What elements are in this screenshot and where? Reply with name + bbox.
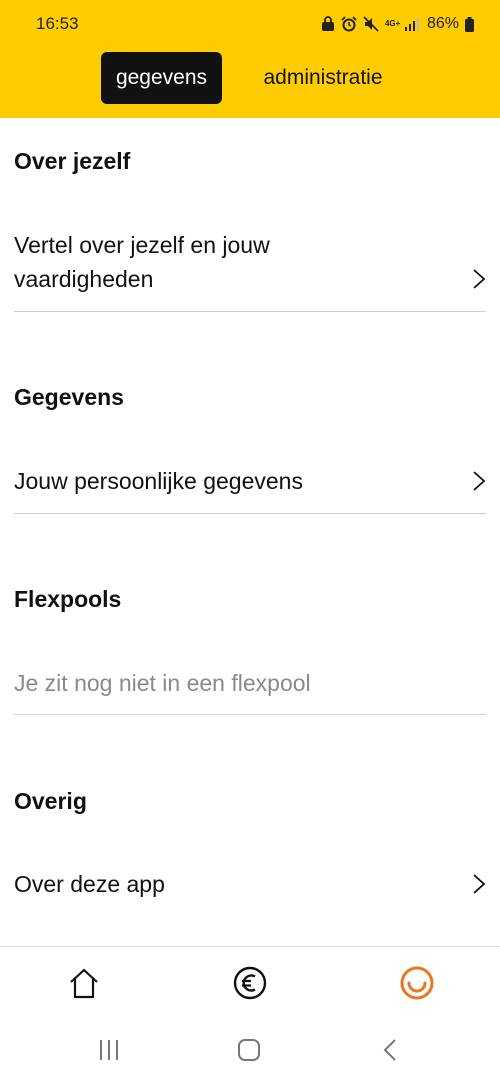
status-time: 16:53 [36, 14, 79, 33]
recent-apps-button[interactable] [93, 1036, 125, 1064]
tab-administratie[interactable]: administratie [244, 52, 402, 104]
lock-icon [321, 16, 334, 31]
section-title-flexpools: Flexpools [14, 586, 122, 612]
mute-icon [363, 16, 379, 32]
euro-icon [233, 966, 267, 1000]
profile-smile-icon [400, 966, 434, 1000]
chevron-right-icon [473, 471, 486, 491]
personal-details-label: Jouw persoonlijke gegevens [14, 468, 303, 494]
home-icon [70, 968, 98, 999]
home-circle-icon [238, 1039, 260, 1061]
bottom-navigation [0, 946, 500, 1018]
flexpool-empty-row: Je zit nog niet in een flexpool [14, 666, 486, 715]
personal-details-row[interactable]: Jouw persoonlijke gegevens [14, 464, 486, 514]
nav-home[interactable] [64, 963, 104, 1003]
recent-apps-icon [100, 1040, 118, 1060]
back-system-button[interactable] [374, 1036, 406, 1064]
about-yourself-line1: Vertel over jezelf en jouw [14, 232, 270, 258]
status-bar: 16:53 4G+ 86% [0, 0, 500, 48]
section-title-details: Gegevens [14, 384, 124, 410]
status-icons: 4G+ 86% [321, 12, 474, 36]
flexpool-empty-text: Je zit nog niet in een flexpool [14, 670, 311, 696]
back-icon [383, 1039, 396, 1061]
section-title-other: Overig [14, 788, 87, 814]
nav-payments[interactable] [230, 963, 270, 1003]
about-app-row[interactable]: Over deze app [14, 867, 486, 917]
tab-bar: gegevens administratie [0, 52, 500, 104]
signal-icon [404, 18, 419, 31]
section-title-about: Over jezelf [14, 148, 131, 174]
about-app-label: Over deze app [14, 871, 165, 897]
nav-profile[interactable] [397, 963, 437, 1003]
system-navigation-bar [0, 1018, 500, 1083]
home-system-button[interactable] [233, 1036, 265, 1064]
battery-percentage: 86% [426, 15, 459, 32]
chevron-right-icon [473, 874, 486, 894]
network-type: 4G+ [384, 19, 401, 28]
battery-icon [465, 16, 474, 32]
alarm-icon [341, 16, 357, 32]
about-yourself-row[interactable]: Vertel over jezelf en jouw vaardigheden [14, 228, 486, 312]
tab-gegevens[interactable]: gegevens [101, 52, 222, 104]
about-yourself-line2: vaardigheden [14, 266, 154, 292]
chevron-right-icon [473, 269, 486, 289]
app-header: 16:53 4G+ 86% gegevens administratie [0, 0, 500, 118]
